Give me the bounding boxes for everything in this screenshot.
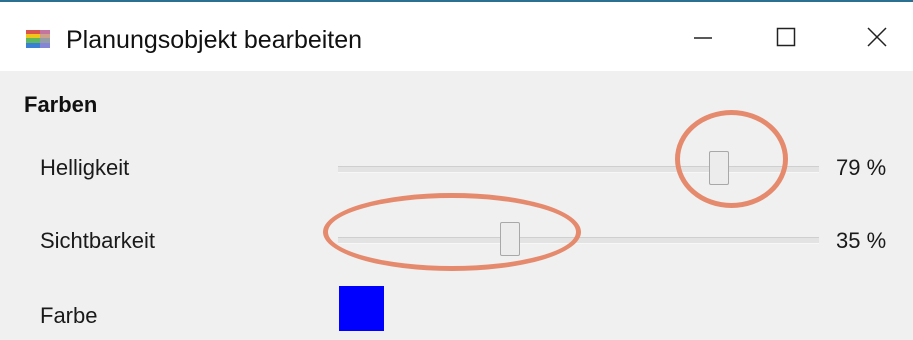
title-bar[interactable]: Planungsobjekt bearbeiten — [0, 2, 913, 71]
close-button[interactable] — [845, 10, 909, 64]
maximize-button[interactable] — [754, 10, 818, 64]
visibility-label: Sichtbarkeit — [40, 228, 155, 253]
maximize-icon — [776, 27, 796, 47]
visibility-value: 35 % — [836, 228, 887, 253]
brightness-value: 79 % — [836, 155, 887, 180]
close-icon — [867, 27, 887, 47]
section-title-farben: Farben — [24, 92, 98, 117]
color-swatch-button[interactable] — [339, 286, 384, 331]
app-colorbars-icon — [26, 30, 50, 48]
highlight-ring-brightness — [675, 110, 788, 208]
window-title: Planungsobjekt bearbeiten — [66, 26, 363, 54]
minimize-button[interactable] — [671, 10, 735, 64]
color-label: Farbe — [40, 303, 98, 328]
brightness-label: Helligkeit — [40, 155, 130, 180]
minimize-icon — [694, 37, 712, 39]
highlight-ring-visibility — [323, 193, 581, 271]
edit-dialog-window: Planungsobjekt bearbeiten Farben Helligk… — [0, 0, 913, 340]
